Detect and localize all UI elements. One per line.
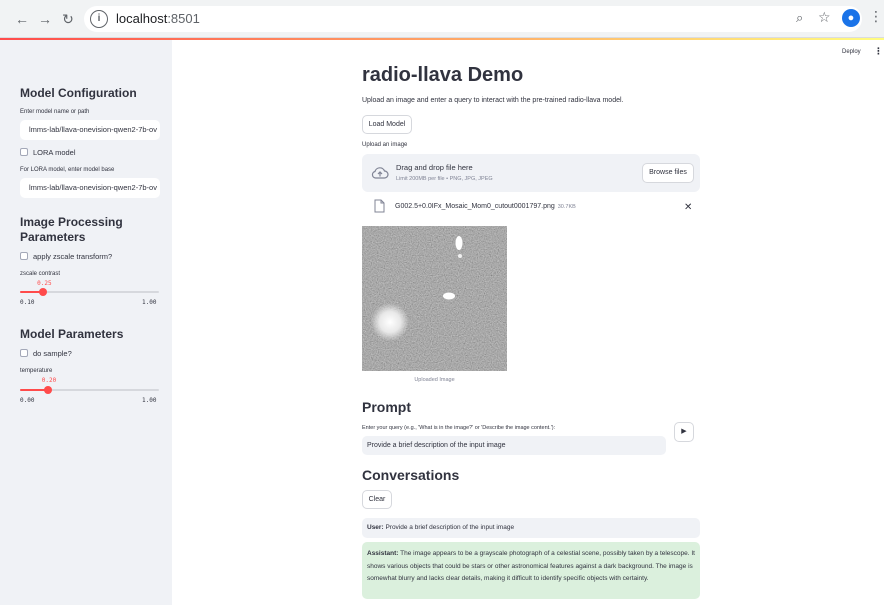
model-base-input[interactable]: lmms-lab/llava-onevision-qwen2-7b-ov (20, 178, 160, 198)
reload-icon[interactable]: ↻ (60, 11, 76, 27)
zscale-contrast-slider[interactable] (20, 288, 159, 296)
browser-menu-icon[interactable]: ⋮ (869, 8, 883, 25)
zscale-contrast-value: 0.25 (37, 280, 52, 287)
do-sample-checkbox[interactable]: do sample? (20, 349, 72, 358)
model-base-label: For LORA model, enter model base (20, 167, 115, 173)
zoom-icon[interactable]: ⌕ (796, 10, 803, 26)
url-text[interactable]: localhost:8501 (116, 11, 200, 26)
zscale-contrast-max: 1.00 (142, 299, 157, 306)
file-icon (374, 199, 385, 213)
clear-button[interactable]: Clear (362, 490, 392, 509)
user-role-label: User: (367, 524, 384, 531)
assistant-message: Assistant: The image appears to be a gra… (362, 542, 700, 599)
zscale-contrast-min: 0.10 (20, 299, 35, 306)
zscale-checkbox[interactable]: apply zscale transform? (20, 252, 112, 261)
checkbox-box[interactable] (20, 148, 28, 156)
image-caption: Uploaded Image (414, 377, 455, 383)
sidebar: Model Configuration Enter model name or … (0, 40, 172, 605)
dropzone-limit: Limit 200MB per file • PNG, JPG, JPEG (396, 176, 493, 182)
browser-toolbar: ← → ↻ i localhost:8501 ⌕ ☆ ● ⋮ (0, 0, 884, 38)
upload-label: Upload an image (362, 142, 408, 148)
temperature-max: 1.00 (142, 397, 157, 404)
image-processing-heading-1: Image Processing (20, 215, 123, 229)
zscale-contrast-label: zscale contrast (20, 271, 61, 277)
file-size: 30.7KB (557, 204, 576, 210)
checkbox-box[interactable] (20, 252, 28, 260)
uploaded-file-name: G002.5+0.0IFx_Mosaic_Mom0_cutout0001797.… (395, 203, 576, 210)
main-menu-icon[interactable]: ⋮ (874, 46, 883, 57)
send-button[interactable]: ▶ (674, 422, 694, 442)
astronomy-image (362, 226, 507, 371)
user-message: User: Provide a brief description of the… (362, 518, 700, 538)
prompt-heading: Prompt (362, 399, 411, 415)
page-title: radio-llava Demo (362, 64, 524, 86)
checkbox-box[interactable] (20, 349, 28, 357)
zscale-checkbox-label: apply zscale transform? (33, 252, 113, 261)
profile-avatar-icon[interactable]: ● (842, 9, 860, 27)
assistant-role-label: Assistant: (367, 550, 399, 557)
user-message-text: Provide a brief description of the input… (385, 524, 515, 531)
forward-icon[interactable]: → (37, 11, 53, 27)
uploaded-image (362, 226, 507, 371)
lora-checkbox-label: LORA model (33, 148, 76, 157)
load-model-button[interactable]: Load Model (362, 115, 412, 134)
bookmark-star-icon[interactable]: ☆ (818, 9, 831, 26)
address-bar[interactable]: i localhost:8501 (84, 6, 862, 32)
dropzone-text: Drag and drop file here (396, 163, 473, 172)
deploy-button[interactable]: Deploy (842, 49, 861, 55)
prompt-input[interactable]: Provide a brief description of the input… (362, 436, 666, 455)
temperature-value: 0.20 (41, 377, 57, 384)
assistant-message-text: The image appears to be a grayscale phot… (367, 550, 695, 582)
prompt-label: Enter your query (e.g., 'What is in the … (362, 425, 556, 431)
slider-thumb[interactable] (39, 288, 48, 296)
slider-thumb[interactable] (43, 386, 52, 394)
browse-files-button[interactable]: Browse files (642, 163, 694, 183)
file-name-text: G002.5+0.0IFx_Mosaic_Mom0_cutout0001797.… (395, 203, 555, 210)
model-name-input[interactable]: lmms-lab/llava-onevision-qwen2-7b-ov (20, 120, 160, 140)
remove-file-icon[interactable]: ✕ (684, 202, 692, 213)
conversations-heading: Conversations (362, 467, 460, 483)
model-name-label: Enter model name or path (20, 109, 90, 115)
do-sample-label: do sample? (33, 349, 72, 358)
cloud-upload-icon (371, 167, 389, 179)
model-config-heading: Model Configuration (20, 86, 137, 100)
temperature-min: 0.00 (20, 397, 35, 404)
model-params-heading: Model Parameters (20, 327, 124, 341)
site-info-icon[interactable]: i (90, 10, 108, 28)
image-processing-heading-2: Parameters (20, 230, 86, 244)
back-icon[interactable]: ← (14, 11, 30, 27)
temperature-label: temperature (20, 368, 53, 374)
file-dropzone[interactable]: Drag and drop file here Limit 200MB per … (362, 154, 700, 192)
temperature-slider[interactable] (20, 386, 159, 394)
page-subtitle: Upload an image and enter a query to int… (362, 97, 624, 104)
lora-checkbox[interactable]: LORA model (20, 148, 76, 157)
